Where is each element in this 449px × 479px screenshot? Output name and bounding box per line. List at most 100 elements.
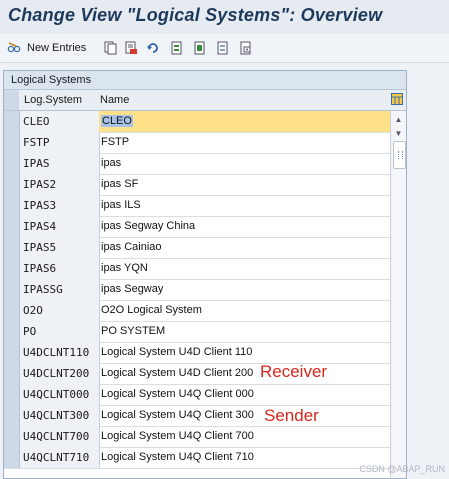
- name-cell[interactable]: Logical System U4Q Client 700: [99, 426, 391, 447]
- title-bar: Change View "Logical Systems": Overview: [0, 0, 449, 35]
- row-selector[interactable]: [4, 237, 20, 258]
- name-cell[interactable]: ipas ILS: [99, 195, 391, 216]
- row-selector[interactable]: [4, 426, 20, 447]
- table-settings-icon[interactable]: [391, 93, 403, 105]
- name-cell-text: ipas Cainiao: [101, 241, 162, 253]
- log-system-cell[interactable]: CLEO: [20, 111, 100, 132]
- name-cell-text: Logical System U4Q Client 300: [101, 409, 254, 421]
- glasses-pencil-icon: [7, 42, 21, 53]
- name-cell[interactable]: ipas YQN: [99, 258, 391, 279]
- scroll-up-icon[interactable]: ▲: [391, 113, 406, 127]
- name-cell[interactable]: ipas Segway China: [99, 216, 391, 237]
- table-row[interactable]: CLEO CLEO: [4, 111, 391, 133]
- row-selector[interactable]: [4, 279, 20, 300]
- scrollbar-thumb[interactable]: [393, 141, 406, 169]
- column-header-name[interactable]: Name: [100, 90, 129, 110]
- name-cell[interactable]: ipas Cainiao: [99, 237, 391, 258]
- table-row[interactable]: IPAS3 ipas ILS: [4, 195, 390, 217]
- log-system-cell[interactable]: O2O: [20, 300, 100, 321]
- name-cell-text: ipas SF: [101, 178, 139, 190]
- undo-icon[interactable]: [146, 41, 160, 55]
- table-row[interactable]: IPASSG ipas Segway: [4, 279, 390, 301]
- log-system-cell[interactable]: IPAS2: [20, 174, 100, 195]
- name-cell[interactable]: CLEO: [99, 111, 391, 132]
- name-cell[interactable]: FSTP: [99, 132, 391, 153]
- watermark: CSDN @ABAP_RUN: [359, 464, 445, 474]
- table-row[interactable]: IPAS5 ipas Cainiao: [4, 237, 390, 259]
- page-title: Change View "Logical Systems": Overview: [8, 5, 383, 25]
- row-selector[interactable]: [4, 195, 20, 216]
- deselect-all-icon[interactable]: [216, 41, 230, 55]
- row-selector[interactable]: [4, 447, 20, 468]
- new-entries-button[interactable]: New Entries: [7, 39, 86, 57]
- vertical-scrollbar[interactable]: ▲ ▼: [390, 111, 406, 478]
- name-cell-text: ipas ILS: [101, 199, 141, 211]
- row-selector[interactable]: [4, 300, 20, 321]
- row-selector[interactable]: [4, 363, 20, 384]
- row-selector[interactable]: [4, 384, 20, 405]
- name-cell[interactable]: ipas: [99, 153, 391, 174]
- table-row[interactable]: O2O O2O Logical System: [4, 300, 390, 322]
- row-selector[interactable]: [4, 132, 20, 153]
- print-icon[interactable]: [239, 41, 253, 55]
- select-all-icon[interactable]: [170, 41, 184, 55]
- row-selector[interactable]: [4, 321, 20, 342]
- table-header: Log.System Name: [4, 90, 406, 111]
- table-row[interactable]: U4QCLNT700 Logical System U4Q Client 700: [4, 426, 390, 448]
- column-header-log-system[interactable]: Log.System: [24, 90, 82, 110]
- name-cell-text: Logical System U4Q Client 710: [101, 451, 254, 463]
- name-cell[interactable]: Logical System U4D Client 110: [99, 342, 391, 363]
- log-system-cell[interactable]: IPAS5: [20, 237, 100, 258]
- row-selector[interactable]: [4, 216, 20, 237]
- table-row[interactable]: U4DCLNT110 Logical System U4D Client 110: [4, 342, 390, 364]
- name-cell[interactable]: Logical System U4Q Client 710: [99, 447, 391, 468]
- log-system-cell[interactable]: U4QCLNT710: [20, 447, 100, 468]
- row-selector[interactable]: [4, 153, 20, 174]
- log-system-cell[interactable]: U4QCLNT300: [20, 405, 100, 426]
- name-cell[interactable]: O2O Logical System: [99, 300, 391, 321]
- log-system-cell[interactable]: U4QCLNT000: [20, 384, 100, 405]
- name-cell-text: Logical System U4D Client 200: [101, 367, 254, 379]
- receiver-annotation: Receiver: [260, 362, 328, 381]
- log-system-cell[interactable]: U4QCLNT700: [20, 426, 100, 447]
- table-row[interactable]: IPAS2 ipas SF: [4, 174, 390, 196]
- table-row[interactable]: U4DCLNT200 Logical System U4D Client 200: [4, 363, 390, 385]
- table-row[interactable]: IPAS4 ipas Segway China: [4, 216, 390, 238]
- table-row[interactable]: PO PO SYSTEM: [4, 321, 390, 343]
- grip-icon: [398, 151, 403, 159]
- name-cell[interactable]: ipas SF: [99, 174, 391, 195]
- name-cell-text: O2O Logical System: [101, 304, 202, 316]
- log-system-cell[interactable]: PO: [20, 321, 100, 342]
- log-system-cell[interactable]: IPASSG: [20, 279, 100, 300]
- log-system-cell[interactable]: IPAS3: [20, 195, 100, 216]
- log-system-cell[interactable]: FSTP: [20, 132, 100, 153]
- log-system-cell[interactable]: IPAS6: [20, 258, 100, 279]
- scroll-down-icon[interactable]: ▼: [391, 127, 406, 141]
- table-row[interactable]: U4QCLNT300 Logical System U4Q Client 300: [4, 405, 390, 427]
- table-row[interactable]: U4QCLNT000 Logical System U4Q Client 000: [4, 384, 390, 406]
- name-cell[interactable]: ipas Segway: [99, 279, 391, 300]
- table-row[interactable]: FSTP FSTP: [4, 132, 390, 154]
- log-system-cell[interactable]: IPAS: [20, 153, 100, 174]
- select-block-icon[interactable]: [193, 41, 207, 55]
- delete-icon[interactable]: [124, 41, 138, 55]
- name-cell[interactable]: PO SYSTEM: [99, 321, 391, 342]
- table-row[interactable]: IPAS ipas: [4, 153, 390, 175]
- log-system-cell[interactable]: U4DCLNT110: [20, 342, 100, 363]
- row-selector[interactable]: [4, 258, 20, 279]
- log-system-cell[interactable]: IPAS4: [20, 216, 100, 237]
- name-cell[interactable]: Logical System U4D Client 200: [99, 363, 391, 384]
- row-selector[interactable]: [4, 111, 20, 132]
- table-row[interactable]: U4QCLNT710 Logical System U4Q Client 710: [4, 447, 390, 469]
- name-cell-text: Logical System U4Q Client 000: [101, 388, 254, 400]
- table-row[interactable]: IPAS6 ipas YQN: [4, 258, 390, 280]
- row-selector[interactable]: [4, 174, 20, 195]
- name-cell-text: ipas Segway: [101, 283, 164, 295]
- log-system-cell[interactable]: U4DCLNT200: [20, 363, 100, 384]
- name-cell[interactable]: Logical System U4Q Client 000: [99, 384, 391, 405]
- select-all-column-button[interactable]: [4, 90, 19, 110]
- row-selector[interactable]: [4, 342, 20, 363]
- name-cell[interactable]: Logical System U4Q Client 300: [99, 405, 391, 426]
- row-selector[interactable]: [4, 405, 20, 426]
- copy-icon[interactable]: [104, 41, 118, 55]
